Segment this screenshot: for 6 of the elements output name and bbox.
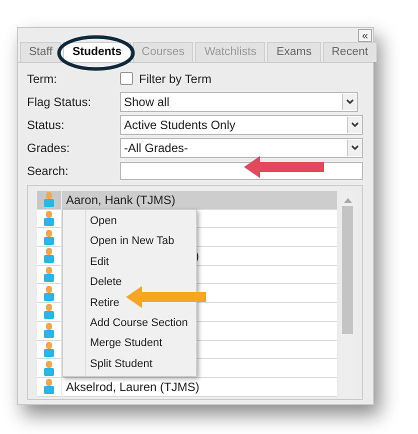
field-label: Term: [27,72,58,86]
field-label: Search: [27,164,70,178]
field-label: Flag Status: [27,94,92,108]
field-label: Grades: [27,140,71,154]
field-label: Status: [27,118,66,132]
checkbox-label: Filter by Term [139,72,212,86]
